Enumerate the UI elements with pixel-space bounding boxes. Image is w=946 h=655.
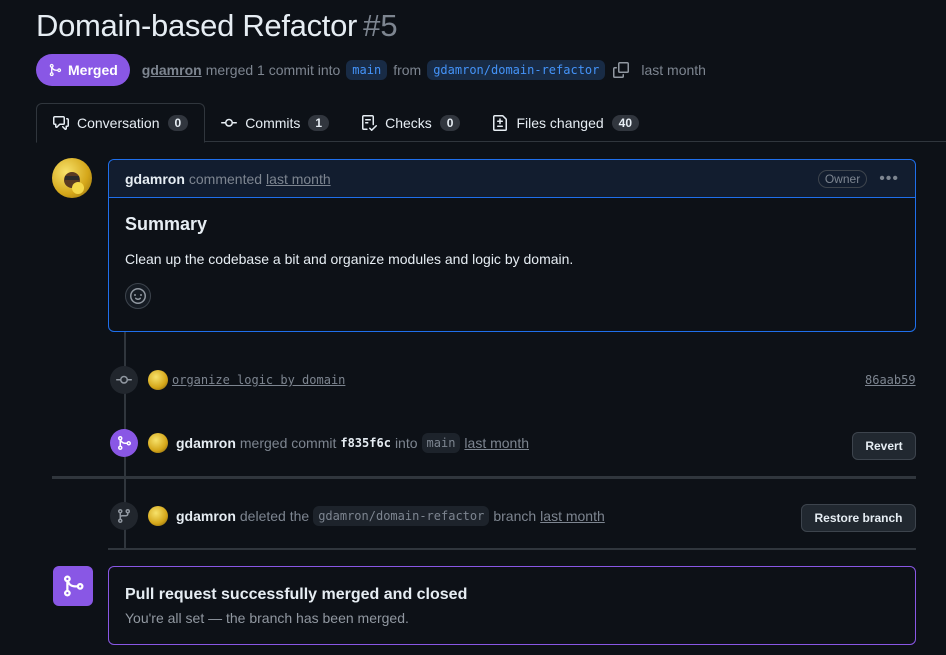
- merged-status-subtext: You're all set — the branch has been mer…: [125, 610, 409, 626]
- from-text: from: [393, 62, 422, 78]
- merged-status-icon: [53, 566, 93, 606]
- commit-message-link[interactable]: organize logic by domain: [172, 373, 345, 387]
- git-merge-icon: [64, 575, 84, 597]
- merge-text: merged 1 commit into: [205, 62, 341, 78]
- branch-deleted-event: gdamron deleted the gdamron/domain-refac…: [110, 502, 605, 530]
- merged-time: last month: [641, 62, 706, 78]
- copy-icon[interactable]: [613, 62, 630, 78]
- commit-sha-link[interactable]: 86aab59: [865, 373, 916, 387]
- smiley-icon: [130, 288, 146, 304]
- merge-commit-sha[interactable]: f835f6c: [340, 436, 391, 450]
- git-merge-icon: [118, 436, 132, 450]
- commit-event: organize logic by domain: [110, 366, 345, 394]
- event-time[interactable]: last month: [540, 508, 605, 524]
- timeline-divider: [52, 476, 916, 479]
- restore-branch-button[interactable]: Restore branch: [801, 504, 916, 532]
- tab-counter: 0: [167, 115, 189, 131]
- comment-verb: commented: [188, 170, 263, 187]
- base-branch[interactable]: main: [346, 60, 388, 80]
- pr-title: Domain-based Refactor: [36, 8, 358, 43]
- event-time[interactable]: last month: [464, 435, 529, 451]
- event-verb: merged commit: [239, 435, 337, 451]
- tab-files-changed[interactable]: Files changed 40: [476, 103, 655, 143]
- tab-label: Conversation: [77, 115, 160, 131]
- merged-status-heading: Pull request successfully merged and clo…: [125, 586, 468, 603]
- comment-body: Summary Clean up the codebase a bit and …: [109, 198, 915, 325]
- merged-status-box: Pull request successfully merged and clo…: [108, 566, 916, 645]
- branch-word: branch: [493, 508, 537, 524]
- pr-author-link[interactable]: gdamron: [142, 62, 202, 78]
- deleted-branch-name: gdamron/domain-refactor: [313, 506, 490, 526]
- avatar[interactable]: [148, 433, 168, 453]
- pr-meta: Merged gdamron merged 1 commit into main…: [36, 54, 706, 86]
- pr-title-row: Domain-based Refactor #5: [36, 8, 398, 44]
- merged-event: gdamron merged commit f835f6c into main …: [110, 429, 529, 457]
- comment-header: gdamron commented last month Owner •••: [109, 160, 915, 198]
- event-author[interactable]: gdamron: [176, 508, 236, 524]
- owner-badge: Owner: [817, 169, 868, 188]
- into-text: into: [394, 435, 418, 451]
- commit-icon: [116, 375, 132, 384]
- pr-description-comment: gdamron commented last month Owner ••• S…: [108, 159, 916, 332]
- target-branch[interactable]: main: [421, 433, 461, 453]
- pr-tabs: Conversation 0 Commits 1 Checks 0 Files …: [36, 103, 946, 143]
- event-verb: deleted the: [239, 508, 310, 524]
- comment-time[interactable]: last month: [266, 171, 331, 187]
- state-label: Merged: [68, 62, 118, 78]
- avatar[interactable]: [52, 158, 92, 198]
- tab-counter: 1: [308, 115, 330, 131]
- avatar[interactable]: [148, 370, 168, 390]
- add-reaction-button[interactable]: [125, 283, 151, 309]
- event-author[interactable]: gdamron: [176, 435, 236, 451]
- tab-counter: 40: [611, 115, 640, 131]
- merged-state-badge: Merged: [36, 54, 130, 86]
- git-merge-icon: [49, 63, 62, 77]
- branch-badge: [110, 502, 138, 530]
- tab-label: Commits: [245, 115, 301, 131]
- file-diff-icon: [493, 115, 508, 131]
- commit-icon: [221, 118, 238, 127]
- conversation-icon: [53, 116, 69, 130]
- tab-counter: 0: [439, 115, 461, 131]
- revert-button[interactable]: Revert: [852, 432, 916, 460]
- merged-badge: [110, 429, 138, 457]
- comment-text: Clean up the codebase a bit and organize…: [125, 251, 574, 267]
- timeline-divider: [108, 548, 916, 550]
- git-branch-icon: [117, 509, 130, 524]
- kebab-menu-icon[interactable]: •••: [879, 170, 899, 188]
- checklist-icon: [362, 115, 378, 131]
- commit-badge: [110, 366, 138, 394]
- pr-number: #5: [363, 8, 398, 43]
- tab-label: Checks: [385, 115, 432, 131]
- tab-label: Files changed: [516, 115, 604, 131]
- tab-commits[interactable]: Commits 1: [205, 103, 345, 143]
- head-branch[interactable]: gdamron/domain-refactor: [427, 60, 606, 80]
- tab-conversation[interactable]: Conversation 0: [36, 103, 206, 143]
- tab-checks[interactable]: Checks 0: [345, 103, 476, 143]
- comment-heading: Summary: [125, 214, 208, 234]
- comment-author[interactable]: gdamron: [125, 171, 185, 187]
- avatar[interactable]: [148, 506, 168, 526]
